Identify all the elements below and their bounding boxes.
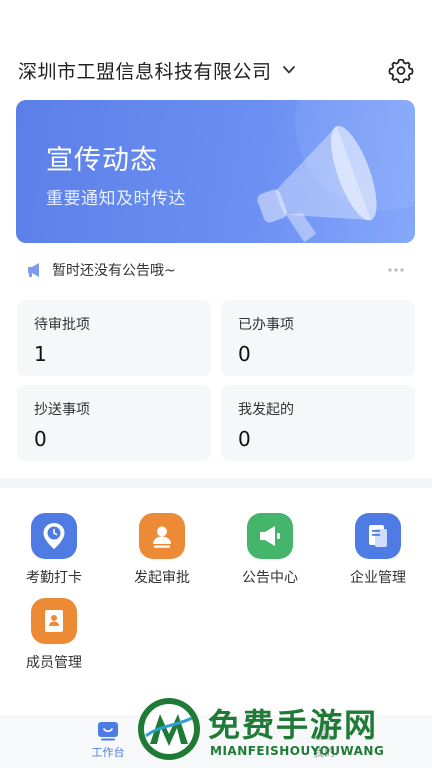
banner-subtitle: 重要通知及时传达 xyxy=(46,189,186,209)
notice-text: 暂时还没有公告哦~ xyxy=(52,263,176,279)
app-label: 成员管理 xyxy=(26,655,82,671)
watermark-subtitle: MIANFEISHOUYOUWANG xyxy=(210,744,385,758)
stat-value: 1 xyxy=(34,342,47,366)
stat-label: 我发起的 xyxy=(238,402,294,418)
speaker-icon xyxy=(28,263,39,277)
gear-icon[interactable] xyxy=(388,57,414,83)
watermark-title: 免费手游网 xyxy=(208,706,379,744)
stat-label: 已办事项 xyxy=(238,317,294,333)
stat-value: 0 xyxy=(238,427,251,451)
member-book-icon xyxy=(31,598,77,644)
app-label: 考勤打卡 xyxy=(26,570,82,586)
chevron-down-icon[interactable] xyxy=(282,63,296,77)
more-icon[interactable] xyxy=(386,260,406,280)
stat-card-done[interactable]: 已办事项 0 xyxy=(221,300,415,376)
stat-card-pending[interactable]: 待审批项 1 xyxy=(17,300,211,376)
company-name[interactable]: 深圳市工盟信息科技有限公司 xyxy=(18,57,272,84)
app-label: 发起审批 xyxy=(134,570,190,586)
clock-location-icon xyxy=(31,513,77,559)
app-announcements[interactable]: 公告中心 xyxy=(216,513,324,593)
tab-label: 工作台 xyxy=(91,746,125,759)
app-label: 企业管理 xyxy=(350,570,406,586)
section-divider xyxy=(0,478,432,488)
megaphone-icon xyxy=(247,513,293,559)
stat-value: 0 xyxy=(34,427,47,451)
document-icon xyxy=(355,513,401,559)
header: 深圳市工盟信息科技有限公司 xyxy=(0,48,432,92)
notice-bar[interactable]: 暂时还没有公告哦~ xyxy=(26,258,406,282)
stat-value: 0 xyxy=(238,342,251,366)
workbench-icon xyxy=(98,722,118,741)
watermark-logo-icon xyxy=(138,698,200,760)
site-watermark: 免费手游网 MIANFEISHOUYOUWANG xyxy=(134,694,432,768)
user-approval-icon xyxy=(139,513,185,559)
app-label: 公告中心 xyxy=(242,570,298,586)
stat-label: 待审批项 xyxy=(34,317,90,333)
app-attendance[interactable]: 考勤打卡 xyxy=(0,513,108,593)
app-members[interactable]: 成员管理 xyxy=(0,598,108,678)
stat-card-cc[interactable]: 抄送事项 0 xyxy=(17,385,211,461)
banner-title: 宣传动态 xyxy=(46,145,158,176)
stat-label: 抄送事项 xyxy=(34,402,90,418)
stat-card-initiated[interactable]: 我发起的 0 xyxy=(221,385,415,461)
promo-banner[interactable]: 宣传动态 重要通知及时传达 xyxy=(16,100,415,243)
app-approval[interactable]: 发起审批 xyxy=(108,513,216,593)
app-enterprise[interactable]: 企业管理 xyxy=(324,513,432,593)
megaphone-illustration-icon xyxy=(257,100,415,243)
